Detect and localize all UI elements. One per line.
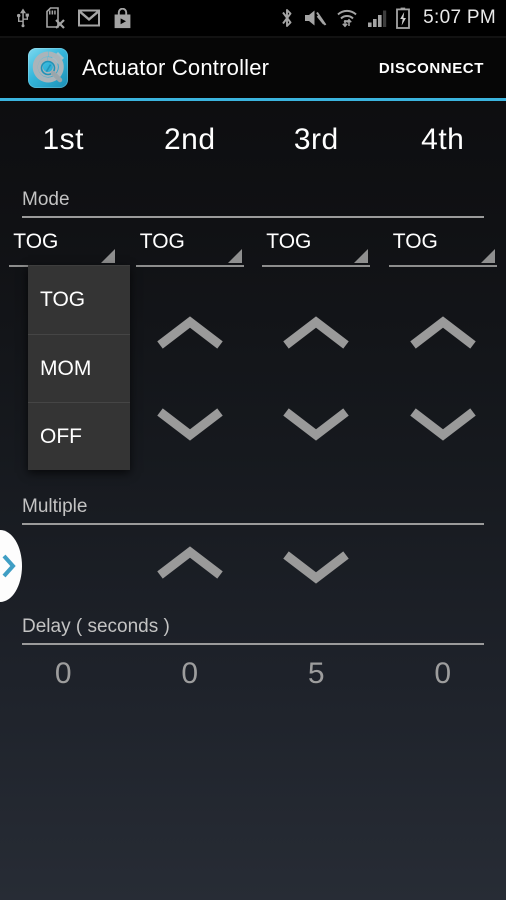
main-content: 1st 2nd 3rd 4th Mode TOG TOG TOG TOG Mul… <box>0 101 506 900</box>
chevron-down-icon[interactable] <box>407 399 479 445</box>
chevron-up-icon[interactable] <box>154 312 226 358</box>
mode-up-cell-3 <box>253 312 380 358</box>
dropdown-option-mom[interactable]: MOM <box>28 334 130 402</box>
mode-spinner-cell-2: TOG <box>127 227 254 267</box>
bluetooth-icon <box>282 9 292 27</box>
delay-value-1[interactable]: 0 <box>0 657 127 691</box>
status-bar-clock: 5:07 PM <box>423 7 496 28</box>
disconnect-button[interactable]: DISCONNECT <box>373 52 490 85</box>
chevron-up-icon[interactable] <box>407 312 479 358</box>
chevron-down-icon[interactable] <box>280 542 352 588</box>
delay-value-3[interactable]: 5 <box>253 657 380 691</box>
app-screen: 5:07 PM Actuator Controller DISCONNECT 1… <box>0 0 506 900</box>
app-title: Actuator Controller <box>82 55 270 80</box>
multiple-controls-row <box>0 542 506 588</box>
mode-dropdown-popup[interactable]: TOG MOM OFF <box>28 265 130 470</box>
sdcard-removed-icon <box>46 7 65 29</box>
dropdown-option-off[interactable]: OFF <box>28 402 130 470</box>
mode-spinner-3[interactable]: TOG <box>262 227 371 267</box>
spinner-dropdown-arrow-icon <box>227 249 242 263</box>
multiple-down-cell <box>253 542 380 588</box>
delay-section-label: Delay ( seconds ) <box>22 616 484 645</box>
chevron-up-icon[interactable] <box>280 312 352 358</box>
mode-down-cell-3 <box>253 399 380 445</box>
wifi-icon <box>337 9 357 28</box>
dropdown-option-tog[interactable]: TOG <box>28 266 130 334</box>
action-bar: Actuator Controller DISCONNECT <box>0 38 506 98</box>
play-store-icon <box>114 7 131 28</box>
mode-spinner-cell-4: TOG <box>380 227 506 267</box>
mode-section-label: Mode <box>22 189 484 218</box>
chevron-right-icon <box>2 554 16 578</box>
mode-up-cell-4 <box>380 312 506 358</box>
column-header-2: 2nd <box>163 123 216 156</box>
multiple-up-cell <box>127 542 254 588</box>
mode-down-cell-4 <box>380 399 506 445</box>
multiple-section-label: Multiple <box>22 496 484 525</box>
column-header-4: 4th <box>421 123 465 156</box>
spinner-dropdown-arrow-icon <box>480 249 495 263</box>
delay-values-row: 0 0 5 0 <box>0 657 506 691</box>
column-headers: 1st 2nd 3rd 4th <box>0 123 506 157</box>
column-header-1: 1st <box>42 123 85 156</box>
gmail-icon <box>78 9 100 27</box>
mode-up-cell-2 <box>127 312 254 358</box>
mode-spinner-row: TOG TOG TOG TOG <box>0 227 506 267</box>
mode-spinner-1[interactable]: TOG <box>9 227 118 267</box>
chevron-down-icon[interactable] <box>154 399 226 445</box>
mode-spinner-2[interactable]: TOG <box>135 227 244 267</box>
column-header-3: 3rd <box>293 123 339 156</box>
delay-value-2[interactable]: 0 <box>127 657 254 691</box>
usb-icon <box>17 8 29 28</box>
spinner-dropdown-arrow-icon <box>101 249 116 263</box>
mode-down-cell-2 <box>127 399 254 445</box>
chevron-down-icon[interactable] <box>280 399 352 445</box>
delay-value-4[interactable]: 0 <box>380 657 506 691</box>
cellular-signal-icon <box>368 10 387 27</box>
battery-charging-icon <box>396 7 411 29</box>
volume-muted-icon <box>305 10 327 26</box>
status-bar-left-icons <box>14 7 132 29</box>
mode-spinner-cell-3: TOG <box>253 227 380 267</box>
drawer-handle-button[interactable] <box>0 530 22 602</box>
chevron-up-icon[interactable] <box>154 542 226 588</box>
spinner-dropdown-arrow-icon <box>354 249 369 263</box>
mode-spinner-4[interactable]: TOG <box>388 227 497 267</box>
status-bar-right-icons: 5:07 PM <box>280 7 496 29</box>
mode-spinner-cell-1: TOG <box>0 227 127 267</box>
app-logo-icon <box>28 48 68 88</box>
status-bar: 5:07 PM <box>0 0 506 36</box>
multiple-spacer-right <box>380 542 506 588</box>
